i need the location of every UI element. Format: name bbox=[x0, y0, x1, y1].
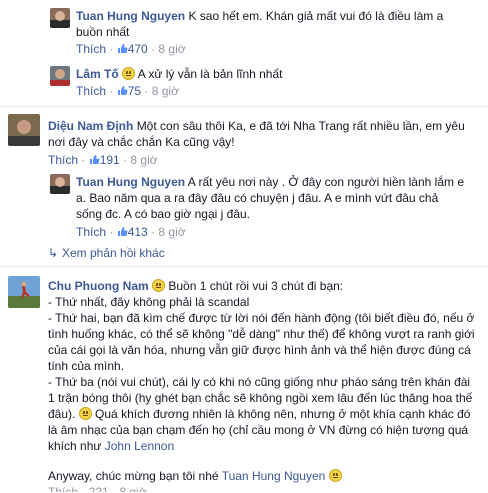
like-link[interactable]: Thích bbox=[48, 153, 78, 167]
comment-author[interactable]: Tuan Hung Nguyen bbox=[76, 9, 185, 23]
comment-line: - Thứ hai, bạn đã kìm chế được từ lời nó… bbox=[48, 311, 475, 325]
comment-line: - Thứ nhất, đây không phải là scandal bbox=[48, 295, 250, 309]
comment-meta: Thích · 75 · 8 giờ bbox=[76, 84, 179, 98]
like-thumb-icon bbox=[117, 42, 128, 53]
comment-line: 1 trận bóng thôi (hy ghét bạn chắc sẽ kh… bbox=[48, 391, 473, 405]
avatar-tuan-hung-nguyen[interactable] bbox=[50, 174, 70, 194]
comment-text: Buồn 1 chút rồi vui 3 chút đi bạn: bbox=[168, 279, 344, 293]
comment-closing: Anyway, chúc mừng bạn tôi nhé bbox=[48, 469, 219, 483]
comment-text: A rất yêu nơi này . Ở đây con người hiền… bbox=[187, 175, 464, 189]
like-thumb-icon bbox=[89, 153, 100, 164]
comment-line: là âm nhạc của bạn chạm đến họ (chỉ cầu … bbox=[48, 423, 469, 437]
like-count[interactable]: 413 bbox=[128, 225, 148, 239]
mention-link[interactable]: John Lennon bbox=[105, 439, 174, 453]
comment-dieu-nam-dinh: Diệu Nam Định Một con sâu thôi Ka, e đã … bbox=[48, 118, 484, 150]
comment-meta-cut: Thích · 221 · 8 giờ bbox=[48, 485, 147, 492]
comment-meta: Thích · 470 · 8 giờ bbox=[76, 42, 186, 56]
reply-arrow-icon: ↳ bbox=[48, 246, 59, 260]
comment-reply-lam-to: Lâm Tố A xử lý vẫn là bản lĩnh nhất bbox=[76, 66, 282, 82]
comment-text-cont: a. Bao năm qua a ra đây đâu có chuyện j … bbox=[76, 191, 439, 205]
confused-emoji-icon bbox=[122, 67, 136, 80]
like-link[interactable]: Thích bbox=[76, 225, 106, 239]
comment-line: của cái gọi là văn hóa, nhưng vẫn giữ đư… bbox=[48, 343, 471, 357]
divider bbox=[0, 106, 488, 107]
divider bbox=[0, 266, 488, 267]
comment-line: đâu). bbox=[48, 407, 76, 421]
comment-line: tình huống khác, có thể sẽ không "dễ dàn… bbox=[48, 327, 475, 341]
comment-text: Một con sâu thôi Ka, e đã tới Nha Trang … bbox=[136, 119, 465, 133]
comment-author[interactable]: Lâm Tố bbox=[76, 67, 119, 81]
comment-time[interactable]: 8 giờ bbox=[152, 84, 179, 98]
comment-time[interactable]: 8 giờ bbox=[158, 42, 185, 56]
comment-text-cont: buồn nhất bbox=[76, 25, 130, 39]
confused-emoji-icon bbox=[152, 279, 166, 292]
comment-line: tính của mình. bbox=[48, 359, 125, 373]
like-link[interactable]: Thích bbox=[76, 84, 106, 98]
comment-meta: Thích · 191 · 8 giờ bbox=[48, 153, 158, 167]
like-count[interactable]: 470 bbox=[128, 42, 148, 56]
avatar-chu-phuong-nam[interactable] bbox=[8, 276, 40, 308]
like-count[interactable]: 191 bbox=[100, 153, 120, 167]
like-thumb-icon bbox=[117, 84, 128, 95]
avatar-tuan-hung-nguyen[interactable] bbox=[50, 8, 70, 28]
comment-line: khích như bbox=[48, 439, 102, 453]
comment-reply-tuan-2: Tuan Hung Nguyen A rất yêu nơi này . Ở đ… bbox=[76, 174, 476, 222]
like-count[interactable]: 75 bbox=[128, 84, 141, 98]
comment-author[interactable]: Diệu Nam Định bbox=[48, 119, 133, 133]
comment-line: - Thứ ba (nói vui chút), cái ly có khi n… bbox=[48, 375, 471, 389]
comment-reply-tuan-1: Tuan Hung Nguyen K sao hết em. Khán giả … bbox=[76, 8, 476, 40]
comment-text-cont: nơi đây và chắc chắn Ka cũng vậy! bbox=[48, 135, 235, 149]
comment-author[interactable]: Tuan Hung Nguyen bbox=[76, 175, 185, 189]
like-thumb-icon bbox=[117, 225, 128, 236]
view-more-replies-link[interactable]: ↳ Xem phản hồi khác bbox=[48, 245, 165, 261]
avatar-dieu-nam-dinh[interactable] bbox=[8, 114, 40, 146]
comment-line: Quá khích đương nhiên là không nên, nhưn… bbox=[95, 407, 471, 421]
mention-link[interactable]: Tuan Hung Nguyen bbox=[222, 469, 326, 483]
comment-time[interactable]: 8 giờ bbox=[158, 225, 185, 239]
confused-emoji-icon bbox=[78, 407, 92, 420]
comment-text: K sao hết em. Khán giả mất vui đó là điề… bbox=[188, 9, 444, 23]
confused-emoji-icon bbox=[328, 469, 342, 482]
comment-text: A xử lý vẫn là bản lĩnh nhất bbox=[137, 67, 283, 81]
comment-meta: Thích · 413 · 8 giờ bbox=[76, 225, 186, 239]
avatar-lam-to[interactable] bbox=[50, 66, 70, 86]
comment-text-cont: sống đc. A có bao giờ ngại j đâu. bbox=[76, 207, 250, 221]
like-link[interactable]: Thích bbox=[76, 42, 106, 56]
comment-time[interactable]: 8 giờ bbox=[130, 153, 157, 167]
comment-chu-phuong-nam: Chu Phuong Nam Buồn 1 chút rồi vui 3 chú… bbox=[48, 278, 484, 492]
comment-author[interactable]: Chu Phuong Nam bbox=[48, 279, 149, 293]
